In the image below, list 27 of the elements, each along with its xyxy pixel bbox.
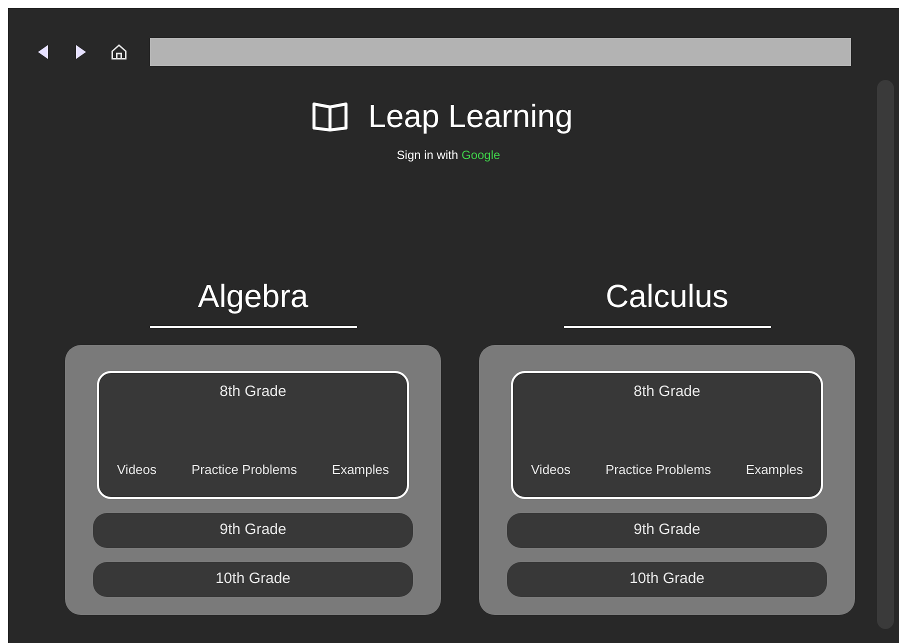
grade-card[interactable]: 8th Grade Videos Practice Problems Examples [97, 371, 409, 499]
address-field[interactable] [150, 38, 851, 66]
book-icon [312, 100, 348, 132]
resource-link[interactable]: Videos [531, 460, 571, 479]
resource-link[interactable]: Practice Problems [191, 460, 297, 479]
subject-title: Algebra [198, 277, 308, 316]
grade-title: 8th Grade [220, 382, 286, 402]
resource-link[interactable]: Practice Problems [605, 460, 711, 479]
home-button[interactable] [110, 43, 128, 61]
grade-title: 8th Grade [634, 382, 700, 402]
subject-title: Calculus [606, 277, 728, 316]
resource-link[interactable]: Examples [746, 460, 803, 479]
grade-card[interactable]: 8th Grade Videos Practice Problems Examples [511, 371, 823, 499]
back-icon [38, 45, 48, 59]
app-title: Leap Learning [368, 97, 573, 136]
back-button[interactable] [36, 45, 50, 59]
home-icon [110, 43, 128, 61]
forward-button[interactable] [74, 45, 88, 59]
resource-link[interactable]: Examples [332, 460, 389, 479]
forward-icon [76, 45, 86, 59]
grade-button[interactable]: 9th Grade [507, 513, 827, 548]
grade-button[interactable]: 9th Grade [93, 513, 413, 548]
signin-text: Sign in with Google [396, 147, 500, 164]
grade-button[interactable]: 10th Grade [507, 562, 827, 597]
resource-link[interactable]: Videos [117, 460, 157, 479]
google-link[interactable]: Google [462, 148, 500, 162]
grade-button[interactable]: 10th Grade [93, 562, 413, 597]
